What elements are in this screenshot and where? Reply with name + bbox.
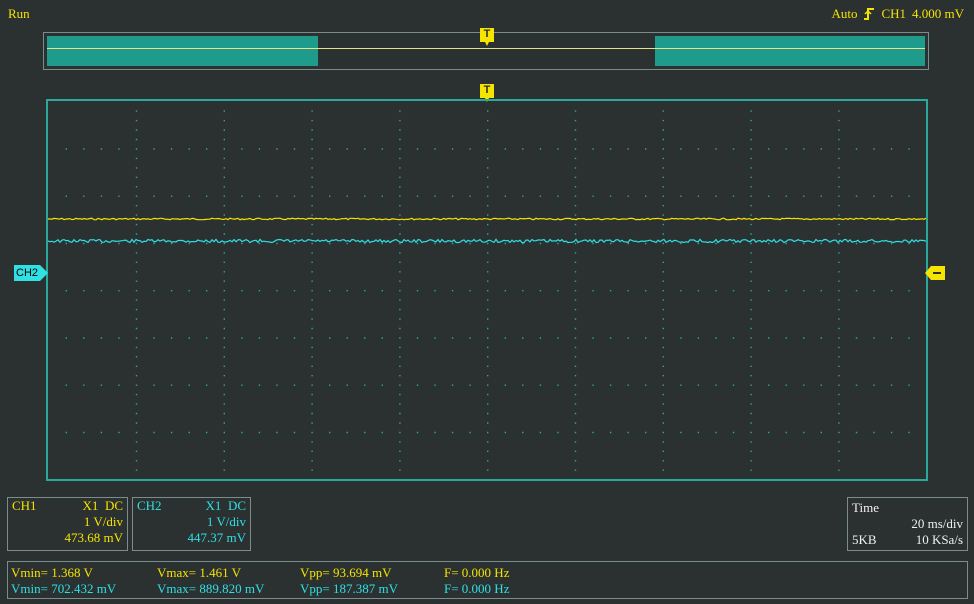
trigger-info[interactable]: Auto CH1 4.000 mV: [831, 6, 964, 21]
ch1-vpp: Vpp= 93.694 mV: [300, 565, 392, 580]
ch1-settings-panel[interactable]: CH1 X1 DC 1 V/div 473.68 mV: [7, 497, 128, 551]
trigger-position-marker[interactable]: T: [480, 84, 494, 102]
ch2-probe: X1: [205, 498, 222, 513]
graticule: [48, 110, 926, 479]
ch2-level-marker[interactable]: CH2: [14, 265, 48, 281]
graticule-dots: [65, 110, 926, 479]
ch1-vmax: Vmax= 1.461 V: [157, 565, 242, 580]
ch1-trace: [48, 217, 926, 221]
ch1-probe: X1: [82, 498, 99, 513]
time-scale: 20 ms/div: [911, 516, 963, 531]
ch2-vpp: Vpp= 187.387 mV: [300, 581, 398, 596]
ch2-offset: 447.37 mV: [187, 530, 247, 545]
memory-depth: 5KB: [852, 532, 877, 547]
measurement-panel[interactable]: Vmin= 1.368 V Vmax= 1.461 V Vpp= 93.694 …: [7, 561, 968, 599]
trigger-level: 4.000 mV: [912, 6, 964, 21]
ch2-frequency: F= 0.000 Hz: [444, 581, 510, 596]
overview-offscreen-right: [655, 36, 925, 66]
trigger-source: CH1: [881, 6, 906, 21]
overview-trigger-marker[interactable]: T: [480, 28, 494, 46]
timebase-panel[interactable]: Time 20 ms/div 5KB 10 KSa/s: [847, 497, 968, 551]
trigger-mode: Auto: [831, 6, 858, 21]
ch2-coupling: DC: [227, 498, 246, 513]
ch2-settings-panel[interactable]: CH2 X1 DC 1 V/div 447.37 mV: [132, 497, 251, 551]
rising-edge-icon: [863, 7, 875, 21]
ch1-scale: 1 V/div: [83, 514, 123, 529]
ch2-trace: [48, 238, 926, 244]
ch2-vmax: Vmax= 889.820 mV: [157, 581, 265, 596]
overview-trace: [47, 48, 925, 49]
overview-offscreen-left: [47, 36, 318, 66]
ch2-scale: 1 V/div: [206, 514, 246, 529]
ch2-name: CH2: [137, 498, 162, 513]
ch1-name: CH1: [12, 498, 37, 513]
time-label: Time: [852, 500, 879, 515]
ch1-coupling: DC: [104, 498, 123, 513]
run-status[interactable]: Run: [8, 6, 30, 21]
ch2-vmin: Vmin= 702.432 mV: [11, 581, 117, 596]
ch1-level-marker[interactable]: [925, 266, 945, 280]
ch1-offset: 473.68 mV: [64, 530, 124, 545]
waveform-display[interactable]: [46, 99, 928, 481]
sample-rate: 10 KSa/s: [915, 532, 963, 547]
ch1-vmin: Vmin= 1.368 V: [11, 565, 93, 580]
ch1-frequency: F= 0.000 Hz: [444, 565, 510, 580]
